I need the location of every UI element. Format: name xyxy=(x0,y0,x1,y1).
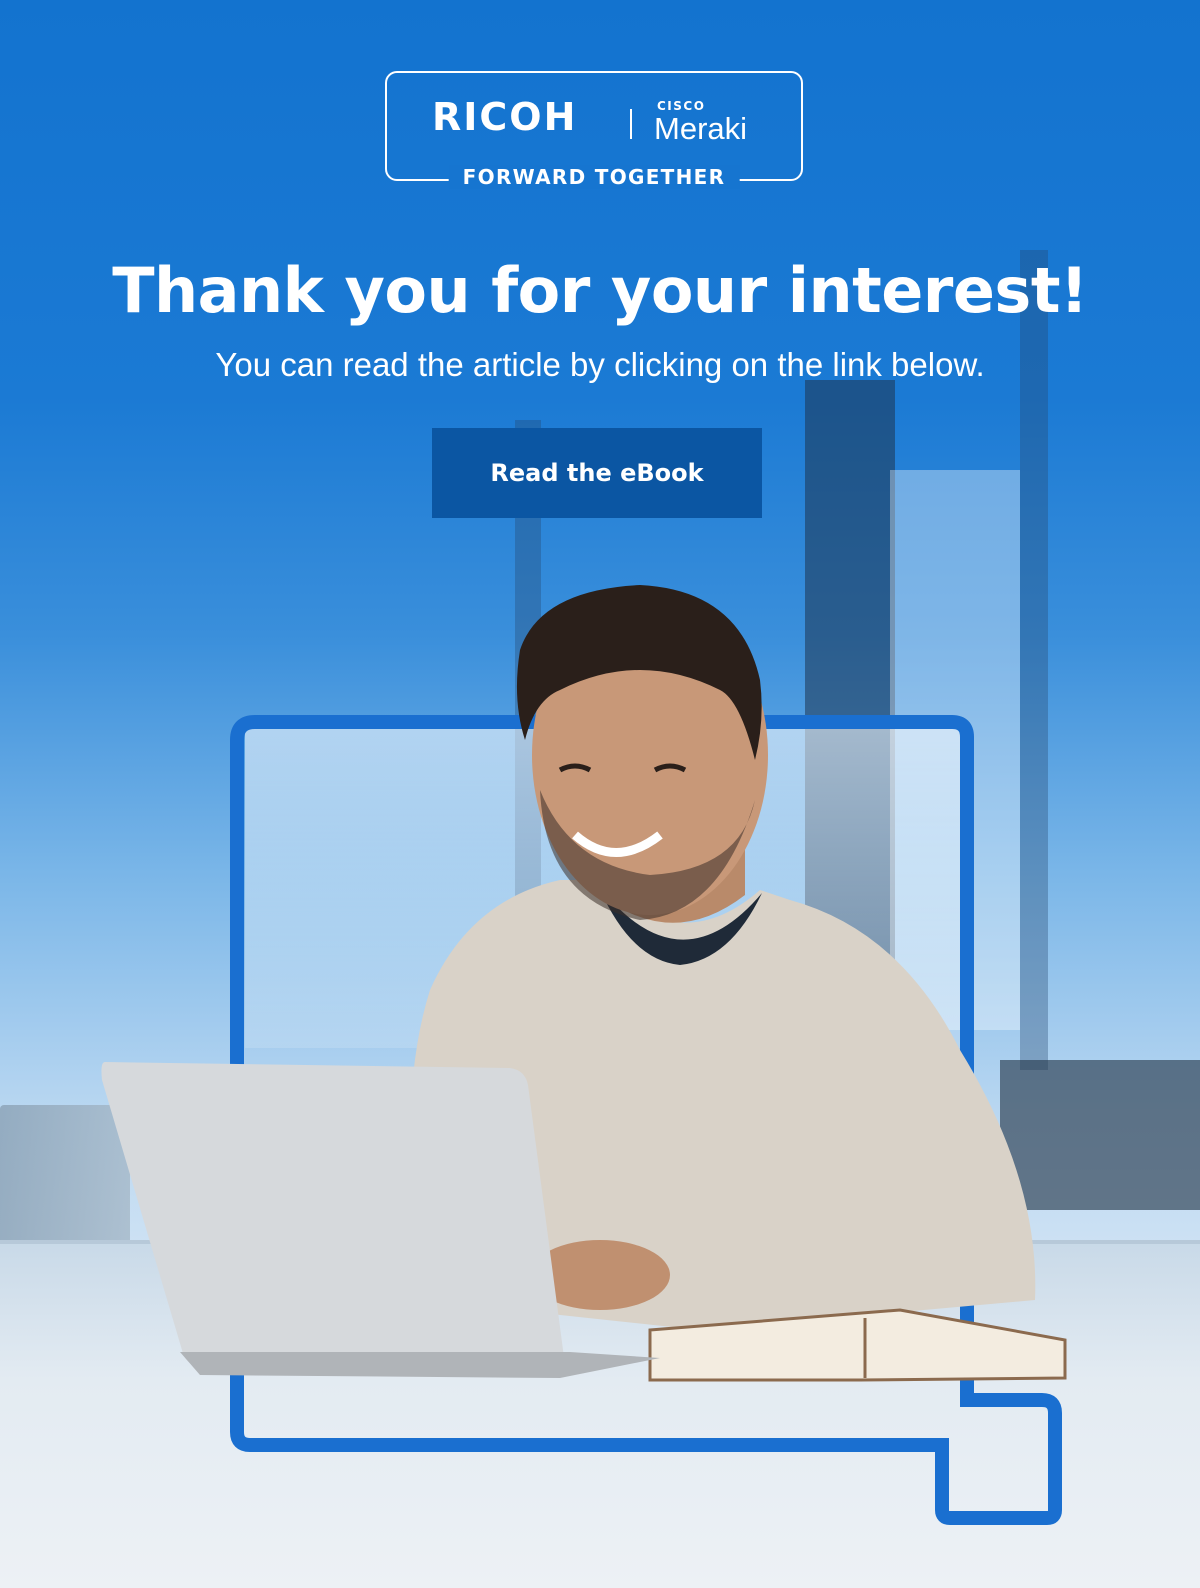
logo-tagline: FORWARD TOGETHER xyxy=(448,165,740,189)
laptop-base xyxy=(180,1352,660,1378)
logo-divider xyxy=(630,109,632,139)
page-title: Thank you for your interest! xyxy=(112,254,1088,327)
hero-photo-person xyxy=(101,585,1067,1382)
page-subtitle: You can read the article by clicking on … xyxy=(215,346,985,383)
ricoh-logo-text: RICOH xyxy=(432,95,578,139)
read-ebook-button[interactable]: Read the eBook xyxy=(432,428,762,518)
laptop-lid xyxy=(101,1062,565,1365)
meraki-logo-text: Meraki xyxy=(654,111,748,146)
ricoh-meraki-logo: RICOH CISCO Meraki FORWARD TOGETHER xyxy=(385,71,803,189)
